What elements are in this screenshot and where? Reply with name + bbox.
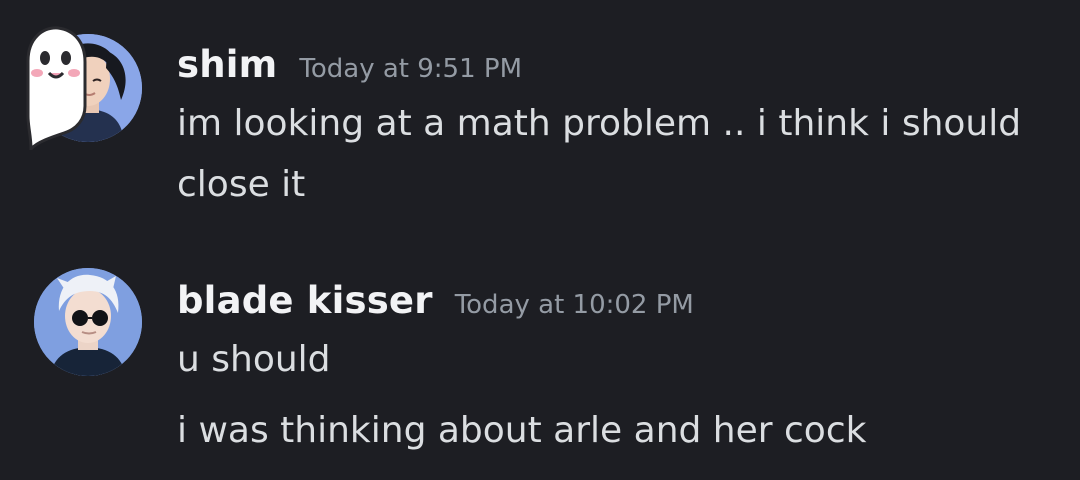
message-header: shim Today at 9:51 PM (177, 43, 522, 86)
message-text-line: close it (177, 164, 306, 205)
timestamp[interactable]: Today at 9:51 PM (299, 54, 522, 84)
message-text-line: i was thinking about arle and her cock (177, 410, 867, 451)
chat-message: shim Today at 9:51 PM im looking at a ma… (0, 0, 1080, 240)
message-text-line: u should (177, 339, 331, 380)
anime-character-avatar-icon (34, 268, 142, 376)
message-text-line: im looking at a math problem .. i think … (177, 103, 1022, 144)
chat-message: blade kisser Today at 10:02 PM u should … (0, 262, 1080, 480)
ghost-decoration-icon (18, 24, 92, 154)
username[interactable]: blade kisser (177, 279, 433, 322)
username[interactable]: shim (177, 43, 277, 86)
avatar[interactable] (34, 268, 142, 376)
message-header: blade kisser Today at 10:02 PM (177, 279, 694, 322)
timestamp[interactable]: Today at 10:02 PM (455, 290, 694, 320)
